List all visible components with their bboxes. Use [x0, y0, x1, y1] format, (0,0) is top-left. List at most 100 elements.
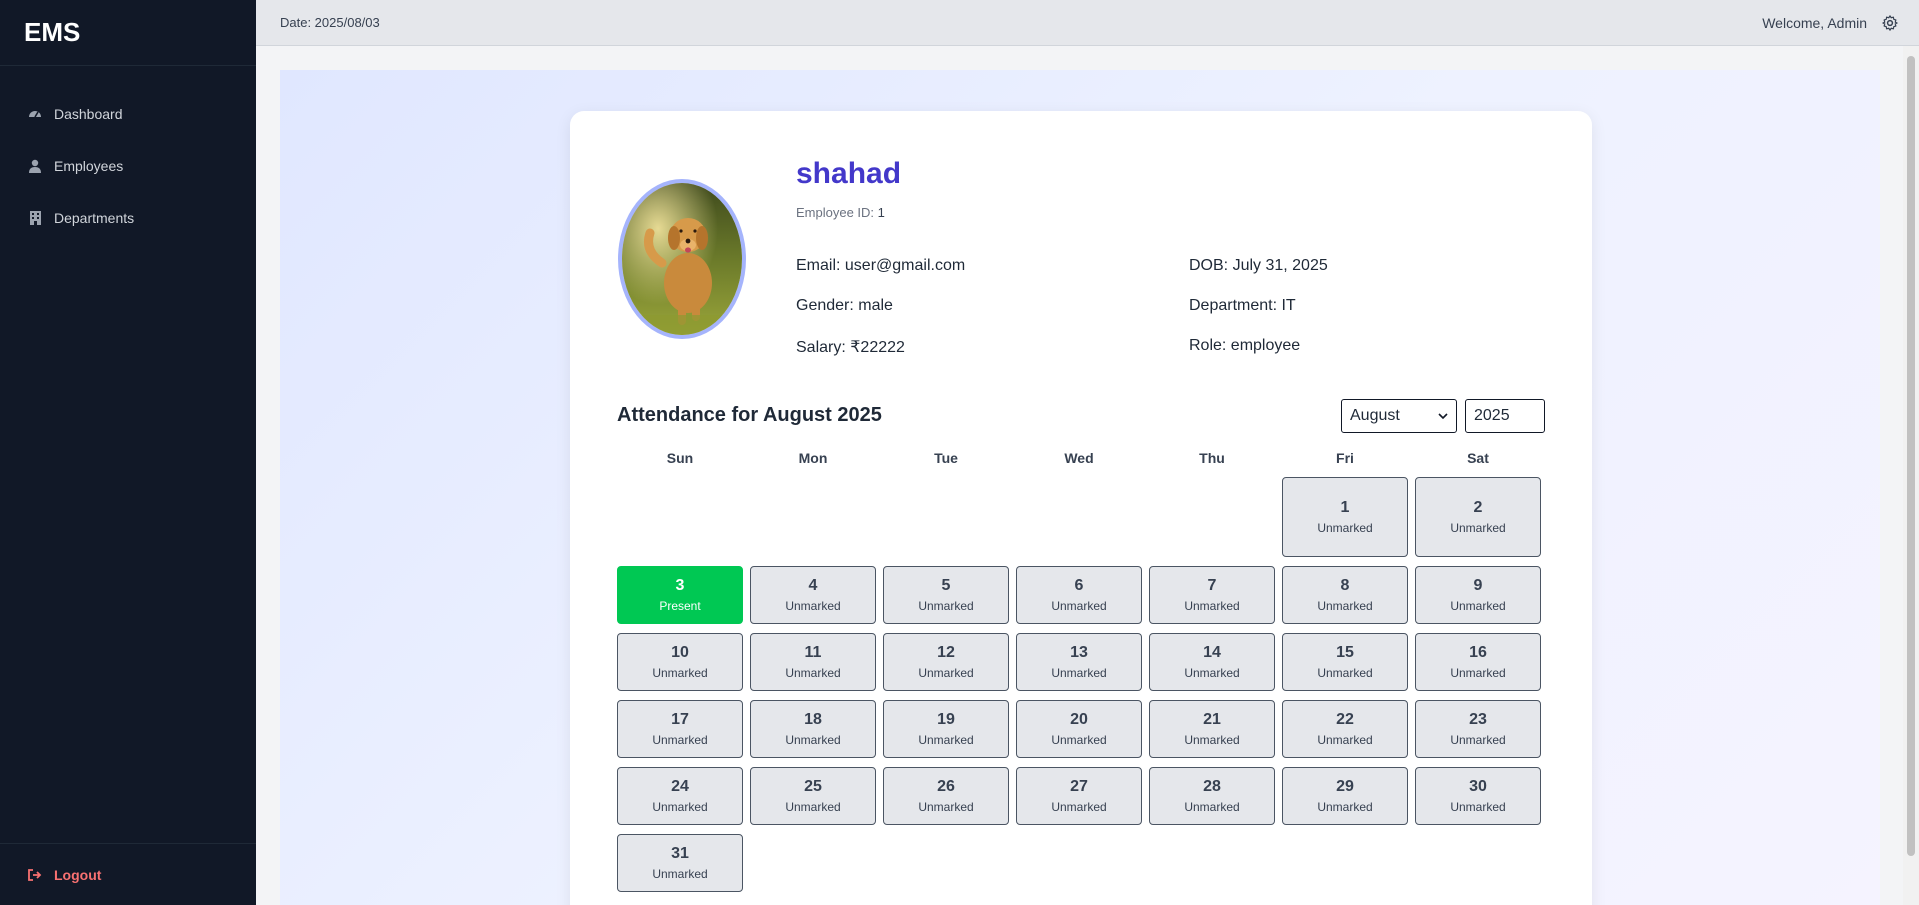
employee-card: shahad Employee ID: 1 Email: user@gmail.…: [570, 111, 1592, 905]
calendar-day-29[interactable]: 29 Unmarked: [1282, 767, 1408, 825]
weekday-label: Tue: [934, 450, 958, 466]
calendar-day-14[interactable]: 14 Unmarked: [1149, 633, 1275, 691]
day-number: 10: [671, 644, 689, 661]
sidebar: EMS Dashboard Employees Departments Logo…: [0, 0, 256, 905]
user-icon: [28, 159, 42, 173]
weekday-label: Sat: [1467, 450, 1489, 466]
role-field: Role: employee: [1189, 337, 1301, 354]
day-status: Unmarked: [785, 599, 841, 613]
calendar-empty-cell: [1016, 477, 1142, 557]
calendar-day-22[interactable]: 22 Unmarked: [1282, 700, 1408, 758]
calendar-day-9[interactable]: 9 Unmarked: [1415, 566, 1541, 624]
calendar-day-6[interactable]: 6 Unmarked: [1016, 566, 1142, 624]
day-number: 19: [937, 711, 955, 728]
year-input[interactable]: 2025: [1465, 399, 1545, 433]
day-number: 20: [1070, 711, 1088, 728]
calendar-day-10[interactable]: 10 Unmarked: [617, 633, 743, 691]
day-status: Unmarked: [652, 666, 708, 680]
day-status: Unmarked: [1051, 666, 1107, 680]
calendar-day-3[interactable]: 3 Present: [617, 566, 743, 624]
sidebar-item-label: Employees: [54, 158, 124, 174]
day-status: Unmarked: [1184, 599, 1240, 613]
weekday-label: Wed: [1064, 450, 1094, 466]
calendar-day-8[interactable]: 8 Unmarked: [1282, 566, 1408, 624]
employee-id-label: Employee ID:: [796, 205, 875, 220]
main-content: shahad Employee ID: 1 Email: user@gmail.…: [280, 70, 1880, 905]
day-number: 22: [1336, 711, 1354, 728]
calendar-day-2[interactable]: 2 Unmarked: [1415, 477, 1541, 557]
calendar-day-1[interactable]: 1 Unmarked: [1282, 477, 1408, 557]
attendance-title: Attendance for August 2025: [617, 404, 882, 426]
day-status: Unmarked: [1317, 599, 1373, 613]
calendar-day-26[interactable]: 26 Unmarked: [883, 767, 1009, 825]
calendar-day-24[interactable]: 24 Unmarked: [617, 767, 743, 825]
calendar-day-16[interactable]: 16 Unmarked: [1415, 633, 1541, 691]
day-number: 16: [1469, 644, 1487, 661]
sidebar-item-dashboard[interactable]: Dashboard: [0, 88, 256, 140]
day-number: 26: [937, 778, 955, 795]
sidebar-item-label: Dashboard: [54, 106, 123, 122]
sidebar-nav: Dashboard Employees Departments: [0, 88, 256, 244]
calendar-day-19[interactable]: 19 Unmarked: [883, 700, 1009, 758]
calendar-empty-cell: [617, 477, 743, 557]
logout-icon: [28, 868, 42, 881]
day-number: 21: [1203, 711, 1221, 728]
calendar-day-28[interactable]: 28 Unmarked: [1149, 767, 1275, 825]
sidebar-item-employees[interactable]: Employees: [0, 140, 256, 192]
day-number: 1: [1340, 499, 1350, 516]
calendar-empty-cell: [1149, 477, 1275, 557]
scrollbar-thumb[interactable]: [1907, 56, 1915, 856]
day-number: 31: [671, 845, 689, 862]
day-number: 29: [1336, 778, 1354, 795]
profile-header: shahad Employee ID: 1: [796, 157, 901, 220]
day-status: Unmarked: [1450, 521, 1506, 535]
scrollbar[interactable]: [1903, 46, 1919, 905]
calendar-day-21[interactable]: 21 Unmarked: [1149, 700, 1275, 758]
calendar-day-18[interactable]: 18 Unmarked: [750, 700, 876, 758]
calendar-day-30[interactable]: 30 Unmarked: [1415, 767, 1541, 825]
day-status: Unmarked: [1317, 800, 1373, 814]
day-status: Unmarked: [785, 733, 841, 747]
logout-button[interactable]: Logout: [0, 843, 256, 905]
weekday-label: Mon: [798, 450, 828, 466]
calendar-day-7[interactable]: 7 Unmarked: [1149, 566, 1275, 624]
calendar-day-23[interactable]: 23 Unmarked: [1415, 700, 1541, 758]
day-number: 24: [671, 778, 689, 795]
employee-details: Email: user@gmail.com DOB: July 31, 2025…: [796, 257, 1576, 356]
day-number: 13: [1070, 644, 1088, 661]
day-number: 28: [1203, 778, 1221, 795]
calendar-day-31[interactable]: 31 Unmarked: [617, 834, 743, 892]
weekday-label: Thu: [1199, 450, 1225, 466]
calendar-day-5[interactable]: 5 Unmarked: [883, 566, 1009, 624]
day-status: Unmarked: [918, 666, 974, 680]
calendar-empty-cell: [883, 477, 1009, 557]
calendar-day-25[interactable]: 25 Unmarked: [750, 767, 876, 825]
gender-field: Gender: male: [796, 297, 893, 314]
month-select[interactable]: August: [1341, 399, 1457, 433]
day-number: 2: [1473, 499, 1483, 516]
day-status: Unmarked: [652, 867, 708, 881]
sidebar-item-departments[interactable]: Departments: [0, 192, 256, 244]
day-number: 17: [671, 711, 689, 728]
calendar-day-13[interactable]: 13 Unmarked: [1016, 633, 1142, 691]
day-number: 14: [1203, 644, 1221, 661]
attendance-calendar: 1 Unmarked 2 Unmarked 3 Present 4 Unmarked 5 Unma…: [617, 477, 1545, 892]
day-status: Unmarked: [1051, 800, 1107, 814]
calendar-day-20[interactable]: 20 Unmarked: [1016, 700, 1142, 758]
calendar-day-15[interactable]: 15 Unmarked: [1282, 633, 1408, 691]
calendar-day-17[interactable]: 17 Unmarked: [617, 700, 743, 758]
calendar-day-4[interactable]: 4 Unmarked: [750, 566, 876, 624]
day-status: Unmarked: [1450, 666, 1506, 680]
day-status: Unmarked: [1184, 800, 1240, 814]
day-status: Unmarked: [1450, 599, 1506, 613]
day-status: Unmarked: [1051, 599, 1107, 613]
calendar-day-12[interactable]: 12 Unmarked: [883, 633, 1009, 691]
brand-logo[interactable]: EMS: [0, 0, 256, 66]
calendar-day-11[interactable]: 11 Unmarked: [750, 633, 876, 691]
day-status: Unmarked: [652, 800, 708, 814]
calendar-day-27[interactable]: 27 Unmarked: [1016, 767, 1142, 825]
day-number: 18: [804, 711, 822, 728]
employee-id: Employee ID: 1: [796, 205, 901, 220]
gear-icon[interactable]: [1881, 14, 1899, 32]
welcome-text: Welcome, Admin: [1762, 14, 1867, 31]
